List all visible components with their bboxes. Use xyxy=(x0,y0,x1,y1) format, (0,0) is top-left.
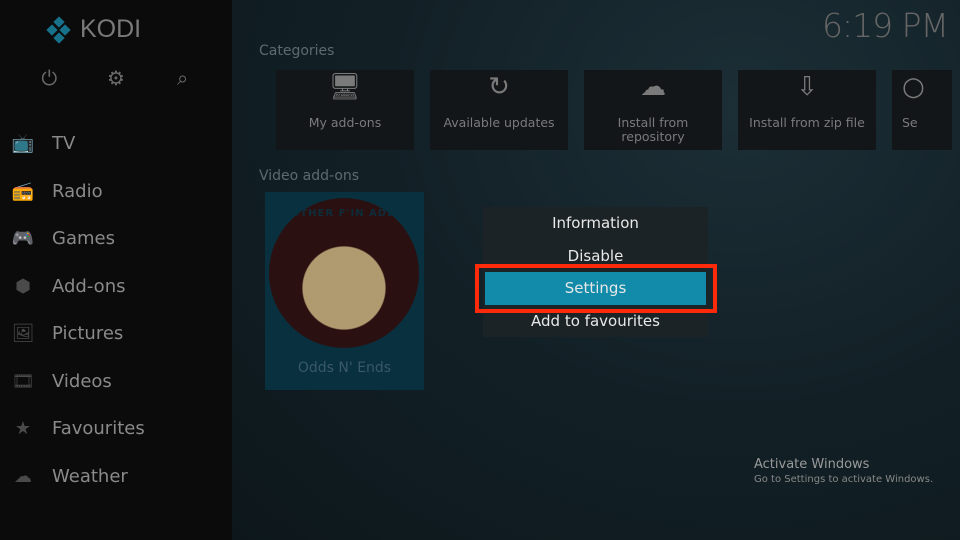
addon-tile-odds-n-ends[interactable]: ANOTHER F'IN ADDON Odds N' Ends xyxy=(265,192,424,390)
sidebar-item-label: Favourites xyxy=(52,418,145,440)
star-icon: ★ xyxy=(14,418,32,440)
addon-logo: ANOTHER F'IN ADDON xyxy=(269,198,419,348)
sidebar-item-label: Add-ons xyxy=(52,275,126,297)
zip-download-icon: ⇩ xyxy=(796,72,818,102)
kodi-logo: KODI xyxy=(46,15,141,44)
sidebar-item-tv[interactable]: 📺 TV xyxy=(0,120,232,168)
radio-icon: 📻 xyxy=(11,180,35,202)
power-icon[interactable]: ⏻ xyxy=(29,66,69,90)
category-install-from-zip[interactable]: ⇩ Install from zip file xyxy=(738,70,876,150)
sidebar-item-favourites[interactable]: ★ Favourites xyxy=(0,405,232,453)
categories-heading: Categories xyxy=(259,43,335,59)
sidebar-item-weather[interactable]: ☁ Weather xyxy=(0,453,232,501)
video-addons-heading: Video add-ons xyxy=(259,168,360,184)
refresh-icon: ↻ xyxy=(488,72,510,102)
category-search[interactable]: ○ Se xyxy=(892,70,952,150)
film-icon: 🎞 xyxy=(11,370,35,392)
sidebar-item-radio[interactable]: 📻 Radio xyxy=(0,168,232,216)
cloud-download-icon: ☁ xyxy=(640,72,666,102)
sidebar-item-label: Games xyxy=(52,228,115,250)
addon-logo-text: ANOTHER F'IN ADDON xyxy=(272,208,416,219)
category-label: Available updates xyxy=(443,115,555,130)
kodi-logo-icon xyxy=(46,15,72,44)
sidebar-item-label: Radio xyxy=(52,180,103,202)
category-label: My add-ons xyxy=(308,115,382,130)
tv-icon: 📺 xyxy=(11,133,35,155)
sidebar-item-videos[interactable]: 🎞 Videos xyxy=(0,358,232,406)
sidebar-item-games[interactable]: 🎮 Games xyxy=(0,215,232,263)
box-icon: ⬢ xyxy=(15,275,31,297)
main-nav: 📺 TV 📻 Radio 🎮 Games ⬢ Add-ons 🖼 Pictures 🎞 Vi… xyxy=(0,120,232,500)
app-name: KODI xyxy=(80,15,142,43)
picture-icon: 🖼 xyxy=(11,323,35,345)
menu-item-information[interactable]: Information xyxy=(483,207,708,240)
category-available-updates[interactable]: ↻ Available updates xyxy=(430,70,568,150)
sidebar-item-label: TV xyxy=(52,133,76,155)
sidebar-item-pictures[interactable]: 🖼 Pictures xyxy=(0,310,232,358)
sidebar-item-label: Videos xyxy=(52,370,112,392)
gamepad-icon: 🎮 xyxy=(11,228,35,250)
sidebar-item-label: Pictures xyxy=(52,323,124,345)
category-label: Se xyxy=(902,115,918,130)
watermark-subtitle: Go to Settings to activate Windows. xyxy=(754,474,934,485)
sidebar-item-label: Weather xyxy=(52,465,128,487)
category-my-addons[interactable]: 🖥 My add-ons xyxy=(276,70,414,150)
sidebar: KODI ⏻ ⚙ ⌕ 📺 TV 📻 Radio 🎮 Games ⬢ Add-ons 🖼 P… xyxy=(0,0,232,540)
search-icon: ○ xyxy=(902,72,925,102)
search-icon[interactable]: ⌕ xyxy=(163,66,203,90)
weather-icon: ☁ xyxy=(14,465,32,487)
watermark-title: Activate Windows xyxy=(754,457,870,472)
highlight-box xyxy=(475,264,717,313)
clock: 6:19 PM xyxy=(822,6,949,45)
addon-name: Odds N' Ends xyxy=(297,360,392,376)
gear-icon[interactable]: ⚙ xyxy=(96,66,136,90)
category-label: Install from repository xyxy=(617,115,689,144)
monitor-icon: 🖥 xyxy=(328,72,362,102)
activate-windows-watermark: Activate Windows Go to Settings to activ… xyxy=(754,457,933,485)
categories-row: 🖥 My add-ons ↻ Available updates ☁ Install … xyxy=(276,70,952,150)
category-install-from-repository[interactable]: ☁ Install from repository xyxy=(584,70,722,150)
sidebar-item-addons[interactable]: ⬢ Add-ons xyxy=(0,263,232,311)
category-label: Install from zip file xyxy=(749,115,865,130)
